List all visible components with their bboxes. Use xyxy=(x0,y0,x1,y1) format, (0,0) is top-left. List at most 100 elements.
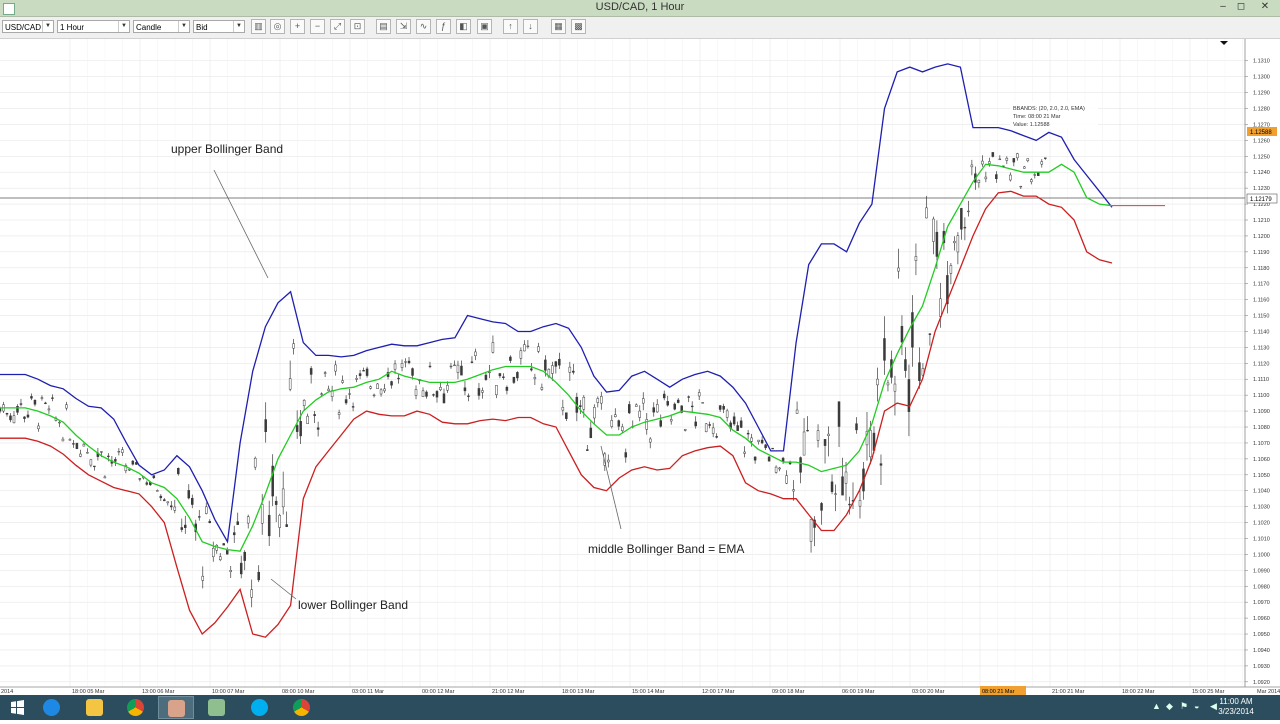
candle-body xyxy=(103,476,107,479)
candle-body xyxy=(320,393,323,395)
candle-body xyxy=(565,412,568,419)
y-tick-label: 1.1150 xyxy=(1253,314,1269,320)
sell-button[interactable]: ↑ xyxy=(503,19,518,34)
candle-body xyxy=(893,383,897,392)
export-button[interactable]: ▩ xyxy=(571,19,586,34)
y-tick-label: 1.0990 xyxy=(1253,568,1270,574)
candle-body xyxy=(687,396,690,398)
chart-type-button[interactable]: ▥ xyxy=(251,19,266,34)
candle-body xyxy=(9,415,12,421)
candle-body xyxy=(596,398,600,403)
chevron-down-icon: ▼ xyxy=(118,21,129,32)
y-tick-label: 1.1240 xyxy=(1253,170,1270,176)
candle-body xyxy=(19,403,23,405)
y-tick-label: 1.1050 xyxy=(1253,473,1270,479)
instrument-select[interactable]: USD/CAD ▼ xyxy=(2,20,54,33)
taskbar-app-trading[interactable] xyxy=(158,696,194,719)
candle-body xyxy=(617,420,621,427)
taskbar-app-skype[interactable] xyxy=(242,696,278,719)
candle-body xyxy=(400,363,404,368)
candle-body xyxy=(341,380,344,383)
candle-body xyxy=(229,570,232,572)
chart-canvas[interactable]: upper Bollinger Band middle Bollinger Ba… xyxy=(0,39,1280,695)
candle-body xyxy=(767,456,771,462)
timeframe-select[interactable]: 1 Hour ▼ xyxy=(57,20,130,33)
candle-body xyxy=(33,400,37,405)
candle-body xyxy=(432,394,435,396)
candle-body xyxy=(683,429,687,431)
candle-body xyxy=(299,421,302,437)
print-button[interactable]: ▦ xyxy=(551,19,566,34)
taskbar-clock[interactable]: 11:00 AM 3/23/2014 xyxy=(1206,697,1266,717)
candle-body xyxy=(390,381,393,386)
candle-body xyxy=(858,500,862,507)
candle-body xyxy=(540,387,544,390)
zoom-in-button[interactable]: ◎ xyxy=(270,19,285,34)
candle-body xyxy=(774,466,778,473)
price-side-value: Bid xyxy=(196,23,208,32)
candle-body xyxy=(995,174,998,180)
candle-body xyxy=(600,396,603,404)
close-button[interactable]: ✕ xyxy=(1256,1,1274,13)
candle-body xyxy=(967,210,970,213)
taskbar-app-ie[interactable] xyxy=(34,696,70,719)
candle-body xyxy=(607,459,610,463)
candle-body xyxy=(344,399,348,404)
taskbar-app-files[interactable] xyxy=(199,696,235,719)
chart-type-select[interactable]: Candle ▼ xyxy=(133,20,190,33)
buy-button[interactable]: ▣ xyxy=(477,19,492,34)
candle-body xyxy=(844,471,848,484)
zoom-fit-button[interactable]: − xyxy=(310,19,325,34)
candle-body xyxy=(107,455,110,458)
fx-button[interactable]: ∿ xyxy=(416,19,431,34)
candle-body xyxy=(795,409,799,414)
y-tick-label: 1.1160 xyxy=(1253,298,1269,304)
tools-button[interactable]: ƒ xyxy=(436,19,451,34)
y-tick-label: 1.1070 xyxy=(1253,441,1270,447)
candle-body xyxy=(404,361,407,363)
candle-body xyxy=(481,390,484,393)
network-icon[interactable]: ◆ xyxy=(1166,701,1173,712)
candle-body xyxy=(225,550,229,555)
candle-body xyxy=(177,467,180,475)
taskbar-app-chrome[interactable] xyxy=(118,696,154,719)
taskbar-app-explorer[interactable] xyxy=(77,696,113,719)
y-tick-label: 1.1120 xyxy=(1253,361,1269,367)
candle-body xyxy=(152,475,156,478)
taskbar-app-chrome-2[interactable] xyxy=(284,696,320,719)
minimize-button[interactable]: – xyxy=(1214,1,1232,13)
template-button[interactable]: ◧ xyxy=(456,19,471,34)
candle-body xyxy=(918,362,921,381)
candle-body xyxy=(551,365,554,374)
flag-icon[interactable]: ⚑ xyxy=(1180,701,1188,712)
candle-body xyxy=(621,426,624,431)
candles xyxy=(0,152,1047,608)
candle-body xyxy=(166,501,170,504)
zoom-reset-button[interactable]: ⤢ xyxy=(330,19,345,34)
price-chart[interactable]: upper Bollinger Band middle Bollinger Ba… xyxy=(0,39,1280,695)
chevron-down-icon: ▼ xyxy=(233,21,244,32)
candle-body xyxy=(163,499,166,502)
period-button[interactable]: ⇲ xyxy=(396,19,411,34)
candle-body xyxy=(16,405,19,413)
candle-body xyxy=(372,394,376,397)
upper-band-label: upper Bollinger Band xyxy=(171,142,283,156)
indicator-button[interactable]: ⊡ xyxy=(350,19,365,34)
candle-body xyxy=(131,460,135,465)
cursor-price-label: 1.12588 xyxy=(1250,130,1272,136)
chart-type-value: Candle xyxy=(136,23,162,32)
candle-body xyxy=(414,389,418,396)
screenshot-button[interactable]: ↓ xyxy=(523,19,538,34)
candle-body xyxy=(232,532,236,536)
window-titlebar: USD/CAD, 1 Hour – ◻ ✕ xyxy=(0,0,1280,17)
y-tick-label: 1.1000 xyxy=(1253,552,1270,558)
wifi-icon[interactable]: ◒ xyxy=(1194,701,1199,711)
drawing-button[interactable]: ▤ xyxy=(376,19,391,34)
candle-body xyxy=(407,360,411,364)
candle-body xyxy=(848,503,851,506)
zoom-out-button[interactable]: + xyxy=(290,19,305,34)
restore-button[interactable]: ◻ xyxy=(1232,1,1250,13)
price-side-select[interactable]: Bid ▼ xyxy=(193,20,245,33)
start-button[interactable] xyxy=(0,696,34,719)
chevron-up-icon[interactable]: ▲ xyxy=(1152,701,1161,711)
